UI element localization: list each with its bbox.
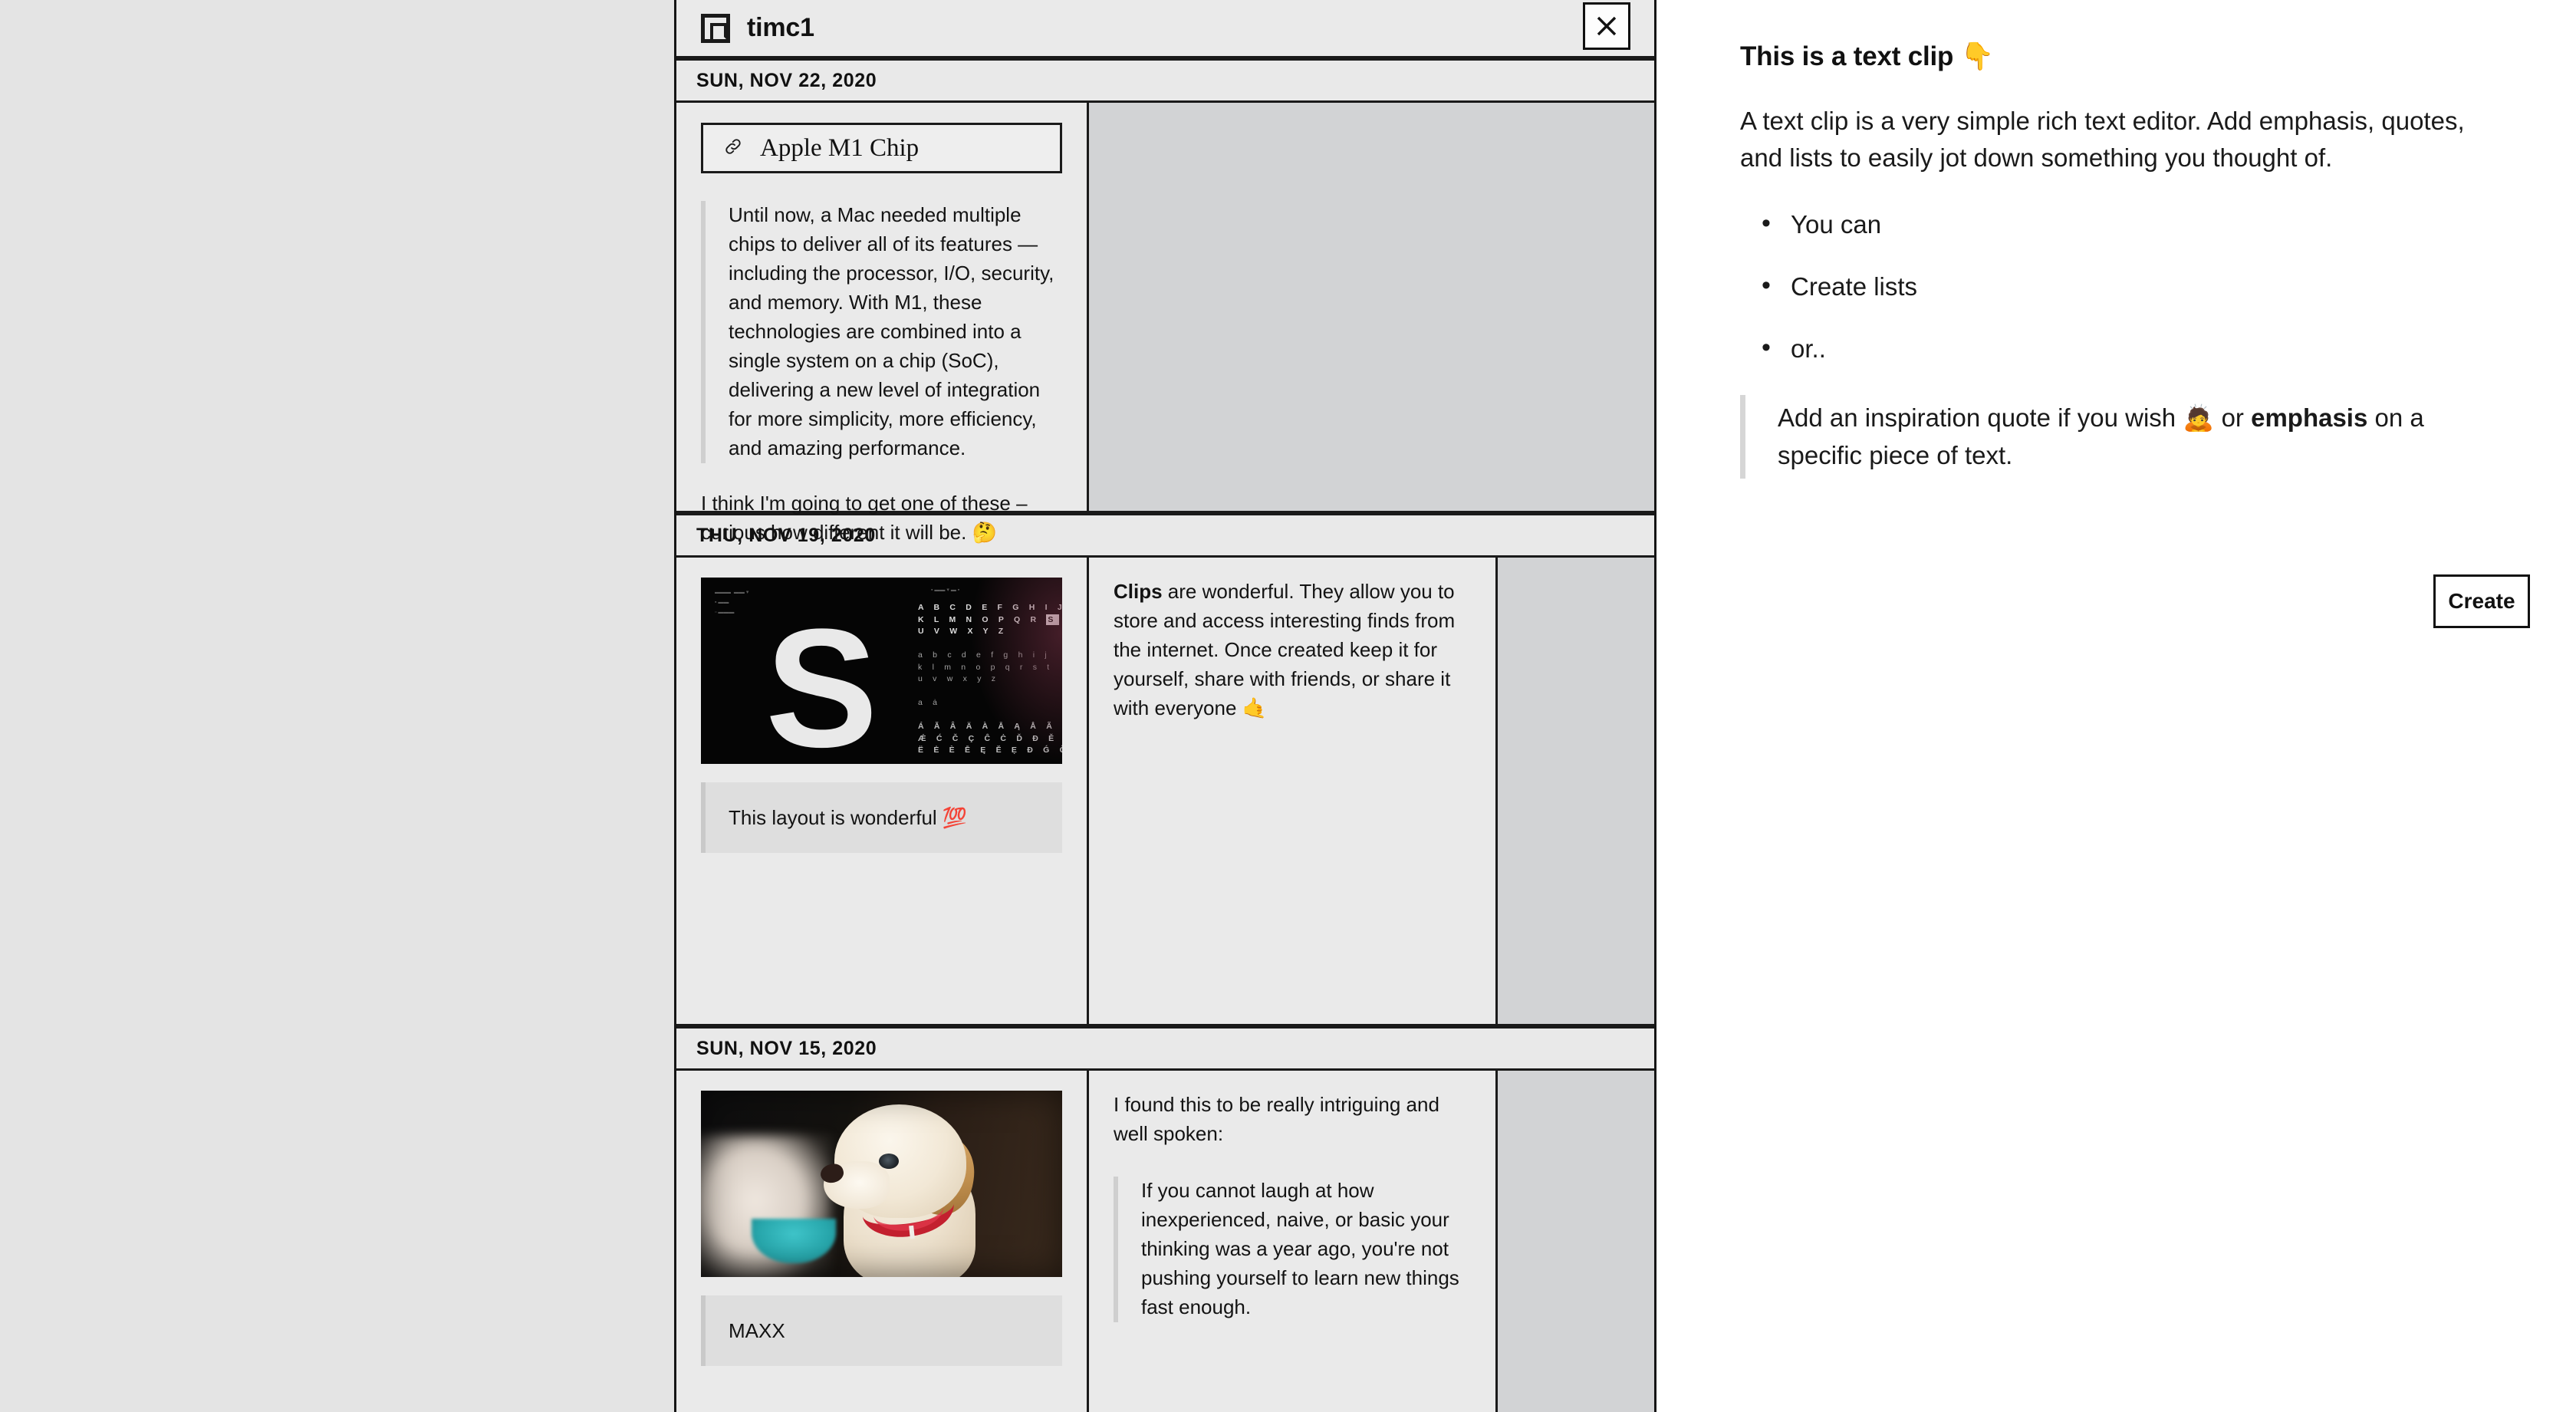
text-clip-editor-panel: This is a text clip 👇 A text clip is a v… (1656, 0, 2576, 1412)
list-item: You can (1740, 206, 2496, 242)
link-clip-title: Apple M1 Chip (760, 133, 920, 162)
day-body: Apple M1 Chip Until now, a Mac needed mu… (676, 103, 1654, 544)
list-item: or.. (1740, 331, 2496, 366)
create-button[interactable]: Create (2433, 574, 2530, 628)
specimen-big-letter: S (765, 594, 878, 764)
clip-blockquote: Until now, a Mac needed multiple chips t… (701, 201, 1062, 463)
clip-column-primary: MAXX (676, 1071, 1087, 1412)
clips-window: timc1 SUN, NOV 22, 2020 Apple M1 Chip Un… (674, 0, 1656, 1412)
day-header: SUN, NOV 22, 2020 (676, 58, 1654, 103)
text-clip-heading: This is a text clip 👇 (1740, 41, 1995, 71)
clip-note-text: I think I'm going to get one of these – … (701, 491, 1028, 544)
link-chain-icon (723, 137, 743, 160)
clip-caption: This layout is wonderful 💯 (701, 782, 1062, 853)
clip-column-empty (1087, 103, 1654, 511)
day-body: ▬▬▬ ▬▬ ▾ ▪ ▬▬ ▫ ▬▬▬ ▪ ▬▬ ▾ ▬ ▪ S A B C D… (676, 558, 1654, 1026)
day-body: MAXX I found this to be really intriguin… (676, 1071, 1654, 1412)
photo-vignette (701, 1091, 1062, 1277)
blockquote-prefix: Add an inspiration quote if you wish 🙇 o… (1778, 403, 2252, 432)
golden-retriever-puppy-photo[interactable] (701, 1091, 1062, 1277)
blockquote-text: Add an inspiration quote if you wish 🙇 o… (1778, 400, 2496, 475)
close-icon[interactable] (1583, 2, 1630, 50)
clip-column-secondary: I found this to be really intriguing and… (1087, 1071, 1495, 1412)
clip-column-primary: Apple M1 Chip Until now, a Mac needed mu… (676, 103, 1087, 544)
text-clip-paragraph: A text clip is a very simple rich text e… (1740, 106, 2465, 172)
day-header: SUN, NOV 15, 2020 (676, 1026, 1654, 1071)
link-clip-card[interactable]: Apple M1 Chip (701, 123, 1062, 173)
clip-blockquote-text: If you cannot laugh at how inexperienced… (1141, 1178, 1459, 1318)
specimen-topbar-right: ▪ ▬▬ ▾ ▬ ▪ (931, 588, 960, 593)
clip-blockquote: If you cannot laugh at how inexperienced… (1114, 1176, 1471, 1322)
screen-root: This is a text clip 👇 A text clip is a v… (0, 0, 2576, 1412)
clip-text-lead: Clips (1114, 580, 1163, 603)
clip-column-secondary: Clips are wonderful. They allow you to s… (1087, 558, 1495, 1024)
specimen-glow (970, 578, 1062, 764)
text-clip-bullet-list: You can Create lists or.. (1740, 206, 2496, 366)
clip-column-empty (1495, 1071, 1654, 1412)
clip-intro-text: I found this to be really intriguing and… (1114, 1093, 1439, 1145)
spiral-square-logo-icon (701, 13, 730, 43)
text-clip-blockquote: Add an inspiration quote if you wish 🙇 o… (1740, 394, 2496, 479)
blockquote-emphasis: emphasis (2251, 403, 2368, 432)
clip-blockquote-text: Until now, a Mac needed multiple chips t… (729, 203, 1054, 459)
clip-text-body: Clips are wonderful. They allow you to s… (1114, 578, 1471, 723)
window-header: timc1 (676, 0, 1654, 58)
clip-caption: MAXX (701, 1295, 1062, 1366)
list-item: Create lists (1740, 268, 2496, 304)
clip-column-primary: ▬▬▬ ▬▬ ▾ ▪ ▬▬ ▫ ▬▬▬ ▪ ▬▬ ▾ ▬ ▪ S A B C D… (676, 558, 1087, 1024)
clip-text-rest: are wonderful. They allow you to store a… (1114, 580, 1456, 719)
clip-column-empty (1495, 558, 1654, 1024)
window-title: timc1 (747, 13, 814, 42)
typeface-specimen-thumbnail[interactable]: ▬▬▬ ▬▬ ▾ ▪ ▬▬ ▫ ▬▬▬ ▪ ▬▬ ▾ ▬ ▪ S A B C D… (701, 578, 1062, 764)
